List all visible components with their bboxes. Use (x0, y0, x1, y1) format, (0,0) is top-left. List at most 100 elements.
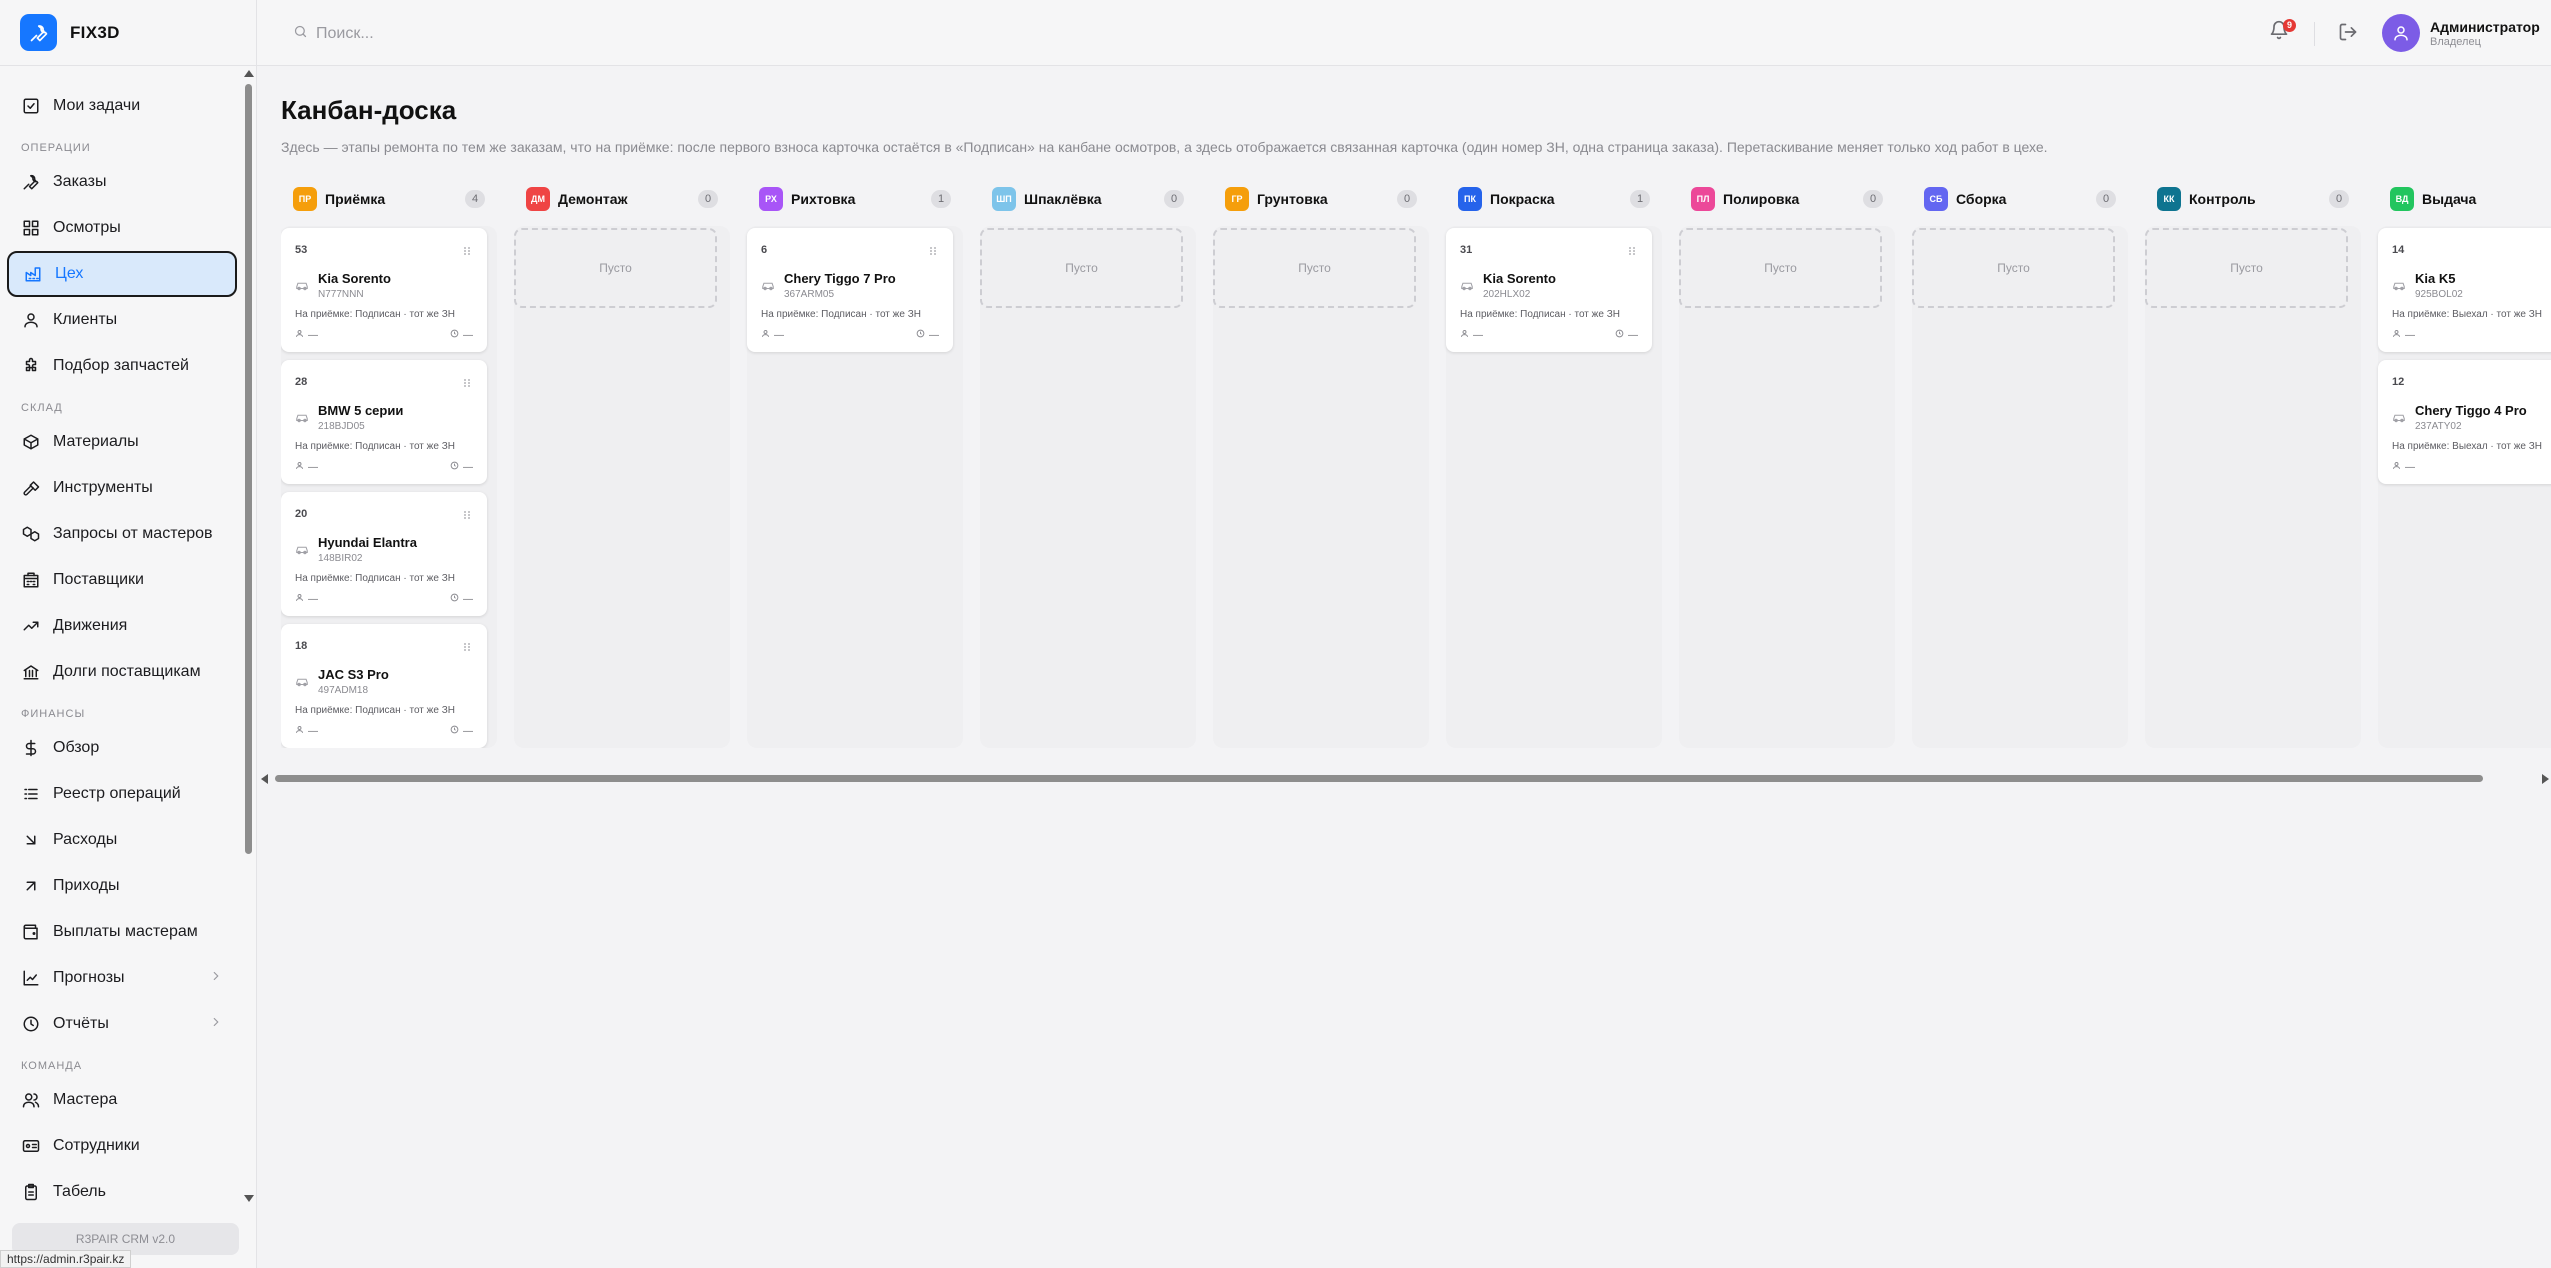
time-estimate: — (450, 725, 473, 737)
car-model: Hyundai Elantra (318, 535, 417, 550)
car-model: Kia Sorento (318, 271, 391, 286)
order-card[interactable]: 20 Hyundai Elantra 148BIR02 На приёмке: Под… (281, 492, 487, 616)
sidebar-item-dollar[interactable]: Обзор (7, 725, 237, 771)
column-count-badge: 4 (465, 190, 485, 208)
box-icon (21, 432, 41, 452)
car-plate: 925BOL02 (2415, 289, 2463, 300)
empty-dropzone[interactable]: Пусто (514, 228, 717, 308)
empty-dropzone[interactable]: Пусто (1679, 228, 1882, 308)
hammer-icon (21, 478, 41, 498)
order-card[interactable]: 28 BMW 5 серии 218BJD05 На приёмке: Подписа… (281, 360, 487, 484)
sidebar-item-chart[interactable]: Прогнозы (7, 955, 237, 1001)
car-icon (1460, 278, 1474, 296)
clock-icon (450, 725, 463, 737)
scroll-right-arrow[interactable] (2542, 774, 2549, 784)
sidebar-item-puzzle[interactable]: Подбор запчастей (7, 343, 237, 389)
sidebar-section-title: Склад (21, 402, 63, 414)
boxes-icon (21, 524, 41, 544)
sidebar-item-users[interactable]: Мастера (7, 1077, 237, 1123)
sidebar-item-user[interactable]: Клиенты (7, 297, 237, 343)
drag-handle-icon[interactable] (463, 243, 471, 261)
intake-status: На приёмке: Подписан · тот же ЗН (1460, 309, 1620, 320)
column-title: Сборка (1956, 191, 2007, 207)
user-name[interactable]: Администратор (2430, 19, 2540, 35)
sidebar: FIX3D Мои задачи Операции Заказы Осмотры Цех… (0, 0, 257, 1268)
scrollbar-thumb[interactable] (245, 84, 252, 854)
car-plate: 237ATY02 (2415, 421, 2462, 432)
column-abbr-badge: РХ (759, 187, 783, 211)
sidebar-item-boxes[interactable]: Запросы от мастеров (7, 511, 237, 557)
sidebar-item-label: Расходы (53, 831, 118, 848)
sidebar-item-my-tasks[interactable]: Мои задачи (7, 83, 237, 129)
empty-dropzone[interactable]: Пусто (980, 228, 1183, 308)
order-card[interactable]: 18 JAC S3 Pro 497ADM18 На приёмке: Подписан… (281, 624, 487, 748)
drag-handle-icon[interactable] (463, 375, 471, 393)
sidebar-scrollbar[interactable] (242, 66, 255, 1206)
user-avatar[interactable] (2382, 14, 2420, 52)
chart-icon (21, 968, 41, 988)
user-icon (2394, 26, 2408, 41)
kanban-column: РХ Рихтовка 1 6 Chery Tiggo 7 Pro 367ARM05 На … (747, 178, 963, 748)
scroll-left-arrow[interactable] (261, 774, 268, 784)
sidebar-item-label: Инструменты (53, 479, 153, 496)
drag-handle-icon[interactable] (929, 243, 937, 261)
master-value: — (308, 725, 318, 737)
sidebar-section-title: Операции (21, 142, 91, 154)
sidebar-item-building[interactable]: Поставщики (7, 557, 237, 603)
assigned-master: — (1460, 329, 1483, 341)
order-card[interactable]: 53 Kia Sorento N777NNN На приёмке: Подписан… (281, 228, 487, 352)
sidebar-item-box[interactable]: Материалы (7, 419, 237, 465)
sidebar-item-clipboard[interactable]: Табель (7, 1169, 237, 1206)
scroll-down-arrow[interactable] (244, 1195, 254, 1202)
order-card[interactable]: 31 Kia Sorento 202HLX02 На приёмке: Подписа… (1446, 228, 1652, 352)
brand[interactable]: FIX3D (0, 0, 256, 66)
drag-handle-icon[interactable] (463, 507, 471, 525)
user-icon (21, 310, 41, 330)
sidebar-item-factory[interactable]: Цех (7, 251, 237, 297)
sidebar-item-clock[interactable]: Отчёты (7, 1001, 237, 1047)
empty-dropzone[interactable]: Пусто (1912, 228, 2115, 308)
car-model: Chery Tiggo 4 Pro (2415, 403, 2527, 418)
drag-handle-icon[interactable] (463, 639, 471, 657)
empty-dropzone[interactable]: Пусто (2145, 228, 2348, 308)
intake-status: На приёмке: Подписан · тот же ЗН (295, 441, 455, 452)
sidebar-item-list[interactable]: Реестр операций (7, 771, 237, 817)
column-header: ПЛ Полировка 0 (1691, 186, 1883, 212)
scrollbar-thumb[interactable] (275, 775, 2483, 782)
puzzle-icon (21, 356, 41, 376)
sidebar-item-hammer[interactable]: Инструменты (7, 465, 237, 511)
car-icon (295, 542, 309, 560)
order-card[interactable]: 12 Chery Tiggo 4 Pro 237ATY02 На приёмке: В… (2378, 360, 2551, 484)
board-horizontal-scrollbar[interactable] (259, 772, 2551, 785)
column-title: Приёмка (325, 191, 386, 207)
search-input[interactable]: Поиск... (293, 24, 374, 44)
clock-icon (450, 329, 463, 341)
column-title: Демонтаж (558, 191, 628, 207)
arrow-up-right-icon (21, 876, 41, 896)
sidebar-item-trend[interactable]: Движения (7, 603, 237, 649)
wallet-icon (21, 922, 41, 942)
sidebar-item-id-card[interactable]: Сотрудники (7, 1123, 237, 1169)
drag-handle-icon[interactable] (1628, 243, 1636, 261)
order-card[interactable]: 14 Kia K5 925BOL02 На приёмке: Выехал · тот… (2378, 228, 2551, 352)
sidebar-item-bank[interactable]: Долги поставщикам (7, 649, 237, 695)
time-estimate: — (450, 593, 473, 605)
sidebar-item-arrow-down-right[interactable]: Расходы (7, 817, 237, 863)
scroll-up-arrow[interactable] (244, 70, 254, 77)
logout-button[interactable] (2338, 22, 2358, 47)
sidebar-item-wallet[interactable]: Выплаты мастерам (7, 909, 237, 955)
sidebar-item-wrench[interactable]: Заказы (7, 159, 237, 205)
kanban-column: КК Контроль 0 Пусто (2145, 178, 2361, 748)
notifications-button[interactable]: 9 (2269, 19, 2296, 46)
trend-icon (21, 616, 41, 636)
sidebar-item-grid[interactable]: Осмотры (7, 205, 237, 251)
kanban-column: ПЛ Полировка 0 Пусто (1679, 178, 1895, 748)
empty-dropzone[interactable]: Пусто (1213, 228, 1416, 308)
order-card[interactable]: 6 Chery Tiggo 7 Pro 367ARM05 На приёмке: По… (747, 228, 953, 352)
time-value: — (463, 461, 473, 473)
sidebar-item-label: Подбор запчастей (53, 357, 189, 374)
column-count-badge: 0 (1164, 190, 1184, 208)
sidebar-item-arrow-up-right[interactable]: Приходы (7, 863, 237, 909)
column-abbr-badge: ПР (293, 187, 317, 211)
column-header: ДМ Демонтаж 0 (526, 186, 718, 212)
